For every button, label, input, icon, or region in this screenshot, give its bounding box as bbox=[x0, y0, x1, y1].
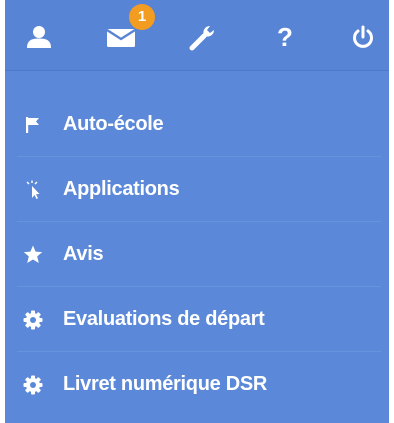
menu-item-label: Avis bbox=[63, 243, 104, 265]
menu-item-auto-ecole[interactable]: Auto-école bbox=[5, 92, 389, 157]
user-icon bbox=[27, 26, 51, 48]
pointer-icon bbox=[23, 180, 43, 200]
gear-icon bbox=[23, 310, 43, 330]
nav-panel: 1 ? Auto-école Applications Avis Evaluat… bbox=[5, 0, 389, 423]
power-icon bbox=[353, 25, 373, 48]
mail-icon bbox=[106, 28, 136, 47]
menu-item-label: Evaluations de départ bbox=[63, 308, 265, 330]
gear-icon bbox=[23, 375, 43, 395]
side-menu: Auto-école Applications Avis Evaluations… bbox=[5, 92, 389, 417]
top-toolbar: 1 ? bbox=[5, 0, 389, 71]
settings-button[interactable] bbox=[181, 18, 225, 56]
menu-item-label: Applications bbox=[63, 178, 180, 200]
menu-item-applications[interactable]: Applications bbox=[5, 157, 389, 222]
flag-icon bbox=[23, 115, 43, 135]
help-button[interactable]: ? bbox=[263, 18, 307, 56]
menu-item-evaluations-de-depart[interactable]: Evaluations de départ bbox=[5, 287, 389, 352]
star-icon bbox=[23, 245, 43, 265]
help-icon: ? bbox=[277, 21, 293, 52]
menu-item-label: Livret numérique DSR bbox=[63, 373, 268, 395]
menu-item-avis[interactable]: Avis bbox=[5, 222, 389, 287]
menu-item-livret-numerique-dsr[interactable]: Livret numérique DSR bbox=[5, 352, 389, 417]
logout-button[interactable] bbox=[341, 18, 385, 56]
profile-button[interactable] bbox=[17, 18, 61, 56]
wrench-icon bbox=[189, 26, 214, 51]
menu-item-label: Auto-école bbox=[63, 113, 164, 135]
mail-count-badge: 1 bbox=[129, 4, 155, 30]
